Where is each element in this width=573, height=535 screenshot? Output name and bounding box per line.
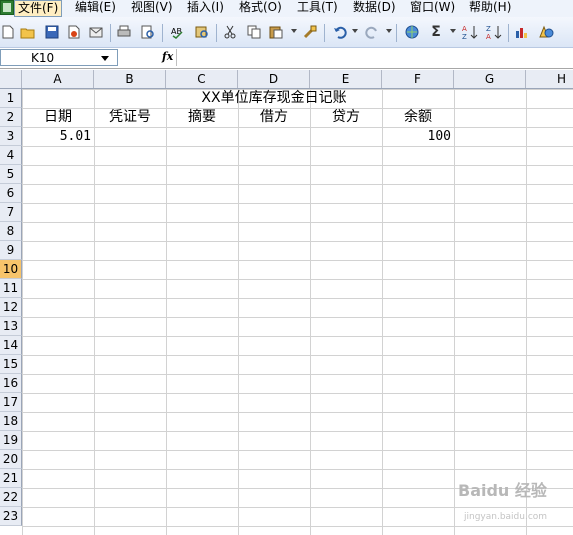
menu-view[interactable]: 视图(V) bbox=[128, 0, 176, 17]
svg-text:A: A bbox=[462, 25, 467, 33]
row-header-21[interactable]: 21 bbox=[0, 469, 22, 488]
hyperlink-icon[interactable] bbox=[404, 24, 420, 40]
toolbar-separator bbox=[162, 24, 163, 42]
row-header-18[interactable]: 18 bbox=[0, 412, 22, 431]
column-header-g[interactable]: G bbox=[454, 70, 526, 88]
column-headers: A B C D E F G H bbox=[0, 70, 573, 89]
cell-f3-balance[interactable]: 100 bbox=[382, 127, 454, 146]
row-header-3[interactable]: 3 bbox=[0, 127, 22, 146]
baidu-watermark-url: jingyan.baidu.com bbox=[464, 512, 548, 522]
row-header-15[interactable]: 15 bbox=[0, 355, 22, 374]
cell-b2-voucher-header[interactable]: 凭证号 bbox=[94, 108, 166, 127]
paste-dropdown-icon[interactable] bbox=[291, 29, 297, 33]
print-preview-icon[interactable] bbox=[140, 24, 156, 40]
column-header-d[interactable]: D bbox=[238, 70, 310, 88]
autosum-dropdown-icon[interactable] bbox=[450, 29, 456, 33]
standard-toolbar: AB Σ AZ ZA bbox=[0, 17, 573, 48]
cell-c2-summary-header[interactable]: 摘要 bbox=[166, 108, 238, 127]
row-header-1[interactable]: 1 bbox=[0, 89, 22, 108]
column-header-f[interactable]: F bbox=[382, 70, 454, 88]
row-header-17[interactable]: 17 bbox=[0, 393, 22, 412]
column-header-b[interactable]: B bbox=[94, 70, 166, 88]
svg-text:Z: Z bbox=[462, 33, 467, 40]
row-header-10[interactable]: 10 bbox=[0, 260, 22, 279]
formula-input[interactable] bbox=[176, 49, 573, 66]
row-header-6[interactable]: 6 bbox=[0, 184, 22, 203]
toolbar-separator bbox=[396, 24, 397, 42]
cell-f2-balance-header[interactable]: 余额 bbox=[382, 108, 454, 127]
baidu-watermark: Baidu 经验 bbox=[458, 481, 547, 500]
cell-d2-debit-header[interactable]: 借方 bbox=[238, 108, 310, 127]
toolbar-separator bbox=[324, 24, 325, 42]
menu-insert[interactable]: 插入(I) bbox=[184, 0, 227, 17]
name-box-value: K10 bbox=[31, 51, 55, 65]
open-folder-icon[interactable] bbox=[20, 24, 36, 40]
menu-help[interactable]: 帮助(H) bbox=[466, 0, 514, 17]
cell-grid[interactable] bbox=[22, 89, 573, 535]
research-icon[interactable] bbox=[194, 24, 210, 40]
svg-text:Z: Z bbox=[486, 25, 491, 33]
select-all-corner[interactable] bbox=[0, 70, 22, 88]
cell-title[interactable]: XX单位库存现金日记账 bbox=[22, 89, 526, 108]
row-header-22[interactable]: 22 bbox=[0, 488, 22, 507]
toolbar-separator bbox=[508, 24, 509, 42]
cell-a2-date-header[interactable]: 日期 bbox=[22, 108, 94, 127]
svg-text:A: A bbox=[486, 33, 491, 40]
column-header-a[interactable]: A bbox=[22, 70, 94, 88]
row-header-9[interactable]: 9 bbox=[0, 241, 22, 260]
autosum-icon[interactable]: Σ bbox=[428, 24, 444, 40]
row-header-14[interactable]: 14 bbox=[0, 336, 22, 355]
row-header-7[interactable]: 7 bbox=[0, 203, 22, 222]
row-header-5[interactable]: 5 bbox=[0, 165, 22, 184]
name-box[interactable]: K10 bbox=[0, 49, 118, 66]
autosum-glyph: Σ bbox=[431, 24, 441, 40]
redo-dropdown-icon[interactable] bbox=[386, 29, 392, 33]
menu-tools[interactable]: 工具(T) bbox=[294, 0, 341, 17]
row-header-16[interactable]: 16 bbox=[0, 374, 22, 393]
menu-bar: 文件(F) 编辑(E) 视图(V) 插入(I) 格式(O) 工具(T) 数据(D… bbox=[0, 0, 573, 17]
row-header-23[interactable]: 23 bbox=[0, 507, 22, 526]
column-header-c[interactable]: C bbox=[166, 70, 238, 88]
toolbar-separator bbox=[110, 24, 111, 42]
email-icon[interactable] bbox=[88, 24, 104, 40]
row-header-2[interactable]: 2 bbox=[0, 108, 22, 127]
excel-app-icon[interactable] bbox=[0, 0, 14, 15]
print-icon[interactable] bbox=[116, 24, 132, 40]
save-icon[interactable] bbox=[44, 24, 60, 40]
cell-a3-date[interactable]: 5.01 bbox=[22, 127, 94, 146]
cell-e2-credit-header[interactable]: 贷方 bbox=[310, 108, 382, 127]
row-header-8[interactable]: 8 bbox=[0, 222, 22, 241]
copy-icon[interactable] bbox=[246, 24, 262, 40]
row-header-20[interactable]: 20 bbox=[0, 450, 22, 469]
redo-icon[interactable] bbox=[364, 24, 380, 40]
permission-icon[interactable] bbox=[66, 24, 82, 40]
column-header-h[interactable]: H bbox=[526, 70, 573, 88]
drawing-icon[interactable] bbox=[538, 24, 554, 40]
insert-function-icon[interactable]: fx bbox=[162, 50, 173, 63]
format-painter-icon[interactable] bbox=[302, 24, 318, 40]
row-header-19[interactable]: 19 bbox=[0, 431, 22, 450]
row-header-13[interactable]: 13 bbox=[0, 317, 22, 336]
row-header-4[interactable]: 4 bbox=[0, 146, 22, 165]
toolbar-separator bbox=[216, 24, 217, 42]
sort-descending-icon[interactable]: ZA bbox=[486, 24, 502, 40]
new-document-icon[interactable] bbox=[0, 24, 16, 40]
row-header-12[interactable]: 12 bbox=[0, 298, 22, 317]
menu-file[interactable]: 文件(F) bbox=[14, 0, 63, 17]
menu-format[interactable]: 格式(O) bbox=[236, 0, 285, 17]
menu-window[interactable]: 窗口(W) bbox=[407, 0, 458, 17]
formula-bar: K10 fx bbox=[0, 48, 573, 69]
undo-icon[interactable] bbox=[332, 24, 348, 40]
chart-wizard-icon[interactable] bbox=[514, 24, 530, 40]
column-header-e[interactable]: E bbox=[310, 70, 382, 88]
name-box-dropdown-icon[interactable] bbox=[101, 56, 109, 61]
spelling-icon[interactable]: AB bbox=[170, 24, 186, 40]
menu-data[interactable]: 数据(D) bbox=[350, 0, 399, 17]
cut-icon[interactable] bbox=[222, 24, 238, 40]
row-header-11[interactable]: 11 bbox=[0, 279, 22, 298]
menu-edit[interactable]: 编辑(E) bbox=[72, 0, 119, 17]
undo-dropdown-icon[interactable] bbox=[352, 29, 358, 33]
sort-ascending-icon[interactable]: AZ bbox=[462, 24, 478, 40]
paste-icon[interactable] bbox=[268, 24, 284, 40]
